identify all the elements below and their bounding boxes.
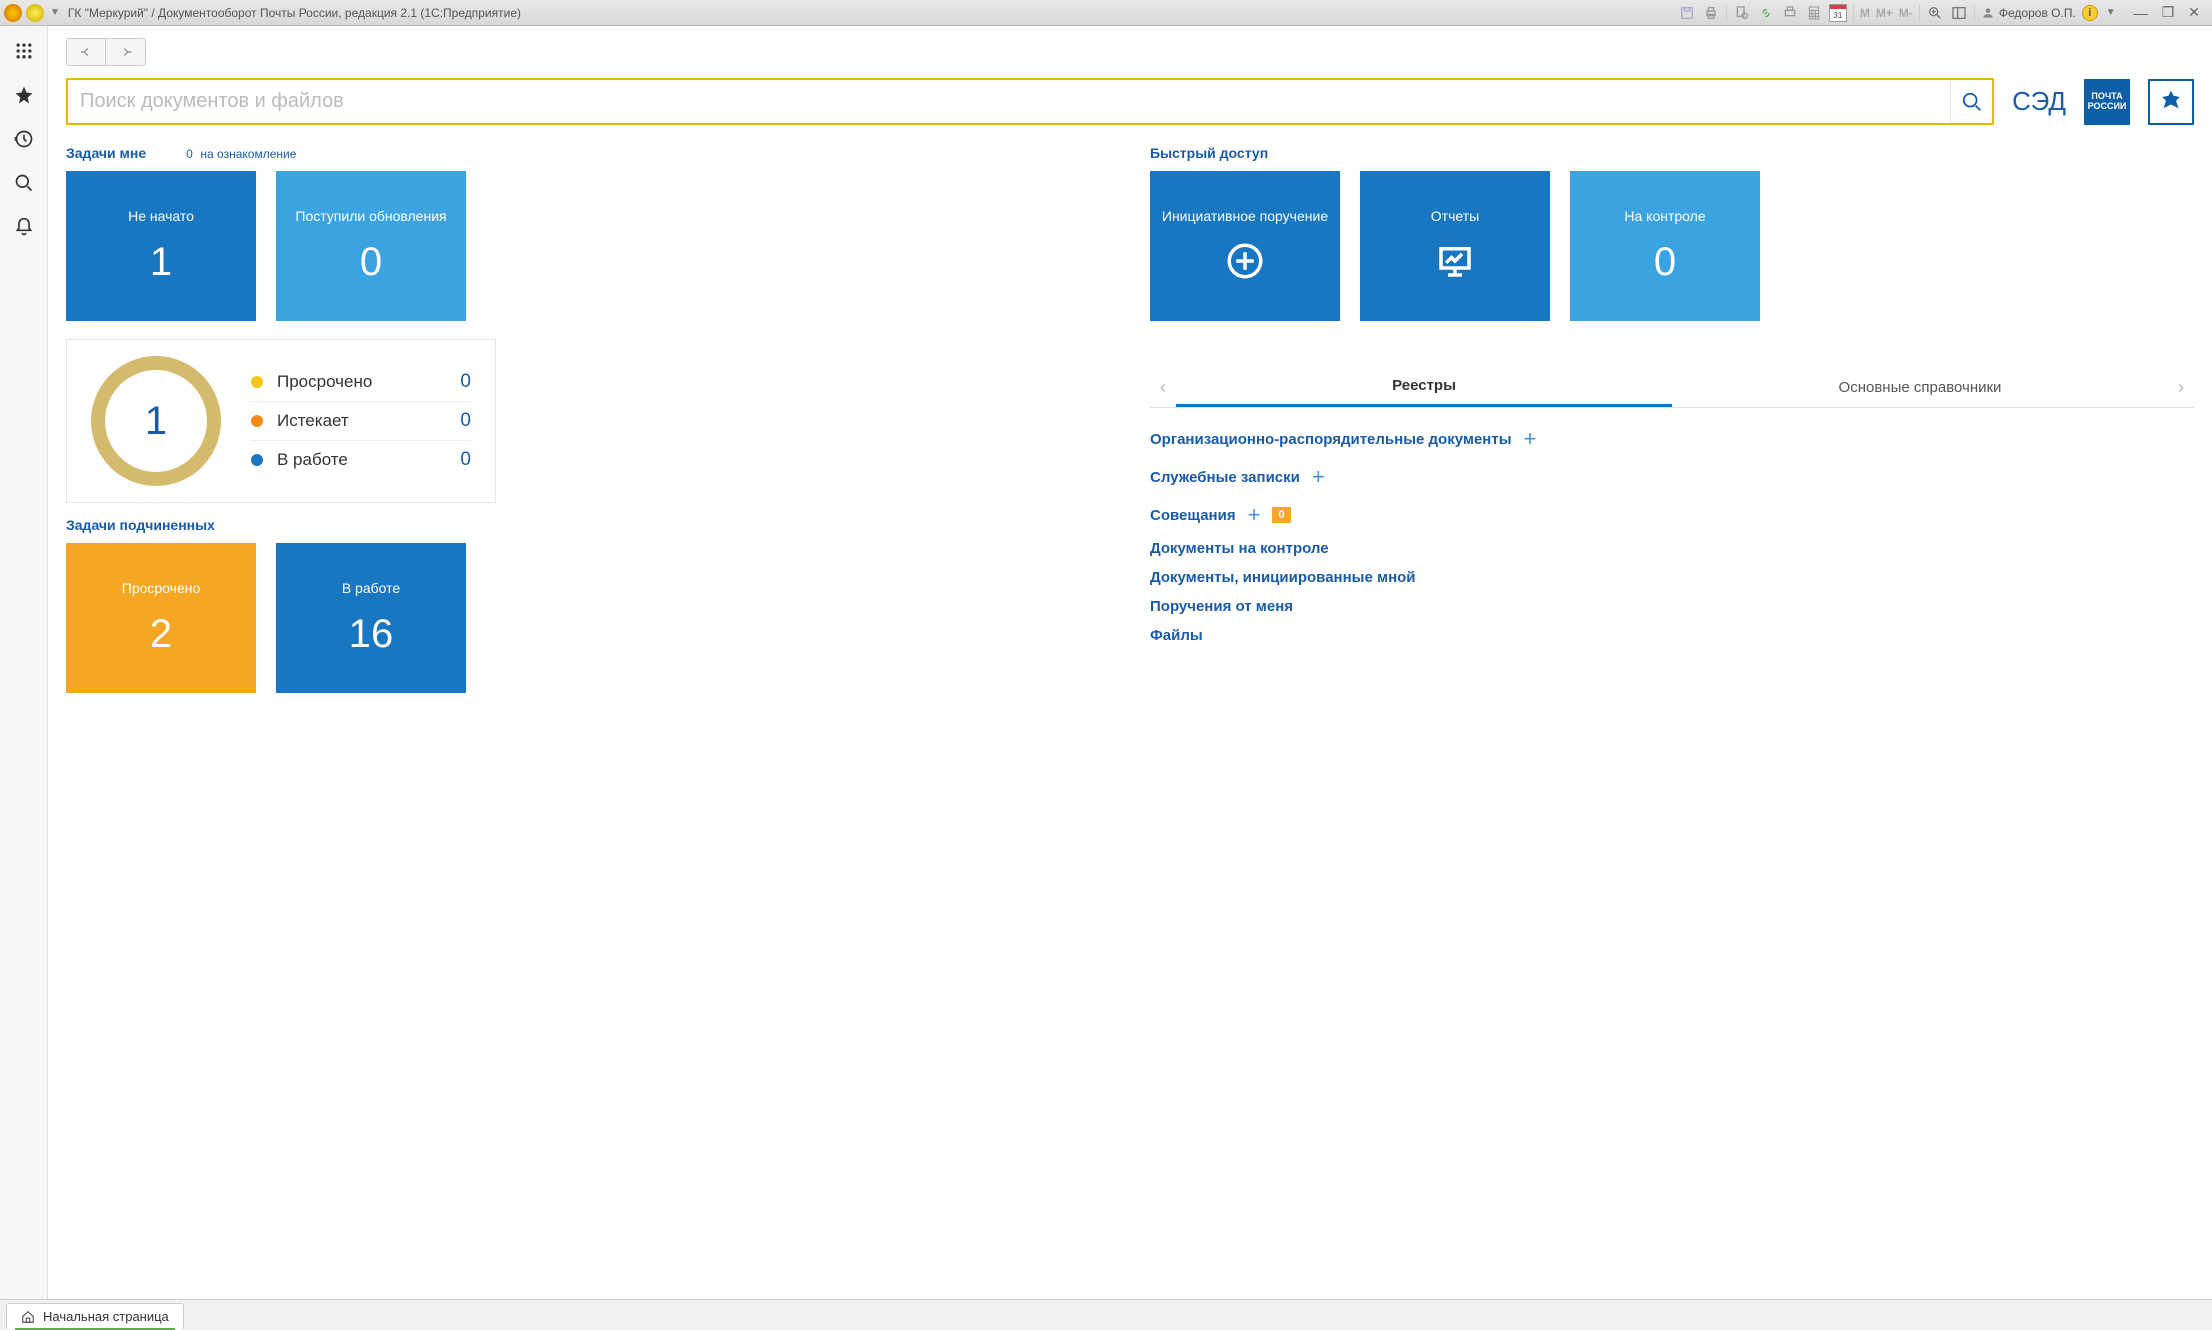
stat-expiring[interactable]: Истекает 0	[251, 402, 471, 441]
tab-next-icon[interactable]: ›	[2168, 377, 2194, 398]
bottom-bar: Начальная страница	[0, 1299, 2212, 1329]
stat-overdue[interactable]: Просрочено 0	[251, 363, 471, 402]
close-button[interactable]: ✕	[2184, 4, 2204, 21]
tasks-sub-title[interactable]: Задачи подчиненных	[66, 517, 215, 533]
titlebar-dropdown-icon[interactable]: ▼	[50, 7, 60, 18]
reg-item-meetings[interactable]: Совещания + 0	[1150, 502, 2194, 528]
register-list: Организационно-распорядительные документ…	[1150, 422, 2194, 644]
tile-initiative[interactable]: Инициативное поручение	[1150, 171, 1340, 321]
calc-icon[interactable]	[1805, 4, 1823, 22]
reg-item-ord[interactable]: Организационно-распорядительные документ…	[1150, 426, 2194, 452]
plus-circle-icon	[1224, 240, 1266, 285]
ring-total: 1	[91, 356, 221, 486]
reg-item-initiated[interactable]: Документы, инициированные мной	[1150, 569, 2194, 586]
tasks-mine-title[interactable]: Задачи мне	[66, 145, 146, 161]
memory-m[interactable]: M	[1860, 6, 1870, 20]
reg-item-files[interactable]: Файлы	[1150, 627, 2194, 644]
history-icon[interactable]	[13, 128, 35, 150]
reg-item-control[interactable]: Документы на контроле	[1150, 540, 2194, 557]
quick-access-title: Быстрый доступ	[1150, 145, 1268, 161]
tile-sub-inwork[interactable]: В работе 16	[276, 543, 466, 693]
eagle-logo	[2148, 79, 2194, 125]
minimize-button[interactable]: —	[2130, 5, 2152, 21]
save-icon[interactable]	[1678, 4, 1696, 22]
register-tabs: ‹ Реестры Основные справочники ›	[1150, 367, 2194, 408]
bottom-tab-home[interactable]: Начальная страница	[6, 1303, 184, 1329]
calendar-icon[interactable]: 31	[1829, 4, 1847, 22]
review-count: 0	[186, 147, 193, 161]
reg-item-memo[interactable]: Служебные записки +	[1150, 464, 2194, 490]
apps-icon[interactable]	[13, 40, 35, 62]
dot-blue-icon	[251, 454, 263, 466]
stat-in-work[interactable]: В работе 0	[251, 441, 471, 479]
preview-icon[interactable]	[1733, 4, 1751, 22]
tab-dictionaries[interactable]: Основные справочники	[1672, 369, 2168, 406]
zoom-icon[interactable]	[1926, 4, 1944, 22]
info-dropdown-icon[interactable]: ▼	[2106, 7, 2116, 18]
search-button[interactable]	[1950, 80, 1992, 123]
link-icon[interactable]	[1757, 4, 1775, 22]
plus-icon[interactable]: +	[1248, 502, 1261, 528]
home-icon	[21, 1310, 35, 1324]
presentation-icon	[1434, 240, 1476, 285]
plus-icon[interactable]: +	[1524, 426, 1537, 452]
post-russia-logo: ПОЧТАРОССИИ	[2084, 79, 2130, 125]
plus-icon[interactable]: +	[1312, 464, 1325, 490]
app-icon-1c	[4, 4, 22, 22]
print2-icon[interactable]	[1781, 4, 1799, 22]
memory-m-plus[interactable]: M+	[1876, 6, 1893, 20]
search-input[interactable]	[68, 80, 1950, 123]
print-icon[interactable]	[1702, 4, 1720, 22]
maximize-button[interactable]: ❐	[2158, 4, 2179, 21]
left-rail	[0, 26, 48, 1299]
dot-orange-icon	[251, 415, 263, 427]
star-icon[interactable]	[13, 84, 35, 106]
review-label[interactable]: на ознакомление	[200, 147, 296, 161]
memory-m-minus[interactable]: M-	[1899, 6, 1913, 20]
titlebar: ▼ ГК "Меркурий" / Документооборот Почты …	[0, 0, 2212, 26]
tile-not-started[interactable]: Не начато 1	[66, 171, 256, 321]
sed-logo-text: СЭД	[2012, 86, 2066, 117]
summary-card: 1 Просрочено 0 Истекает 0	[66, 339, 496, 503]
info-icon[interactable]: i	[2082, 5, 2098, 21]
bell-icon[interactable]	[13, 216, 35, 238]
badge-count: 0	[1272, 507, 1290, 523]
forward-button[interactable]	[106, 38, 146, 66]
back-button[interactable]	[66, 38, 106, 66]
titlebar-tools: 31 M M+ M- Федоров О.П. i ▼ — ❐ ✕	[1678, 4, 2208, 22]
tile-sub-overdue[interactable]: Просрочено 2	[66, 543, 256, 693]
user-label[interactable]: Федоров О.П.	[1981, 6, 2076, 20]
tab-registries[interactable]: Реестры	[1176, 367, 1672, 407]
tile-on-control[interactable]: На контроле 0	[1570, 171, 1760, 321]
reg-item-assignments[interactable]: Поручения от меня	[1150, 598, 2194, 615]
window-title: ГК "Меркурий" / Документооборот Почты Ро…	[68, 6, 521, 20]
search-box	[66, 78, 1994, 125]
tile-updates[interactable]: Поступили обновления 0	[276, 171, 466, 321]
content-area: СЭД ПОЧТАРОССИИ Задачи мне 0 на ознакомл…	[48, 26, 2212, 1299]
app-icon-secondary	[26, 4, 44, 22]
panels-icon[interactable]	[1950, 4, 1968, 22]
search-rail-icon[interactable]	[13, 172, 35, 194]
tile-reports[interactable]: Отчеты	[1360, 171, 1550, 321]
dot-yellow-icon	[251, 376, 263, 388]
tab-prev-icon[interactable]: ‹	[1150, 377, 1176, 398]
